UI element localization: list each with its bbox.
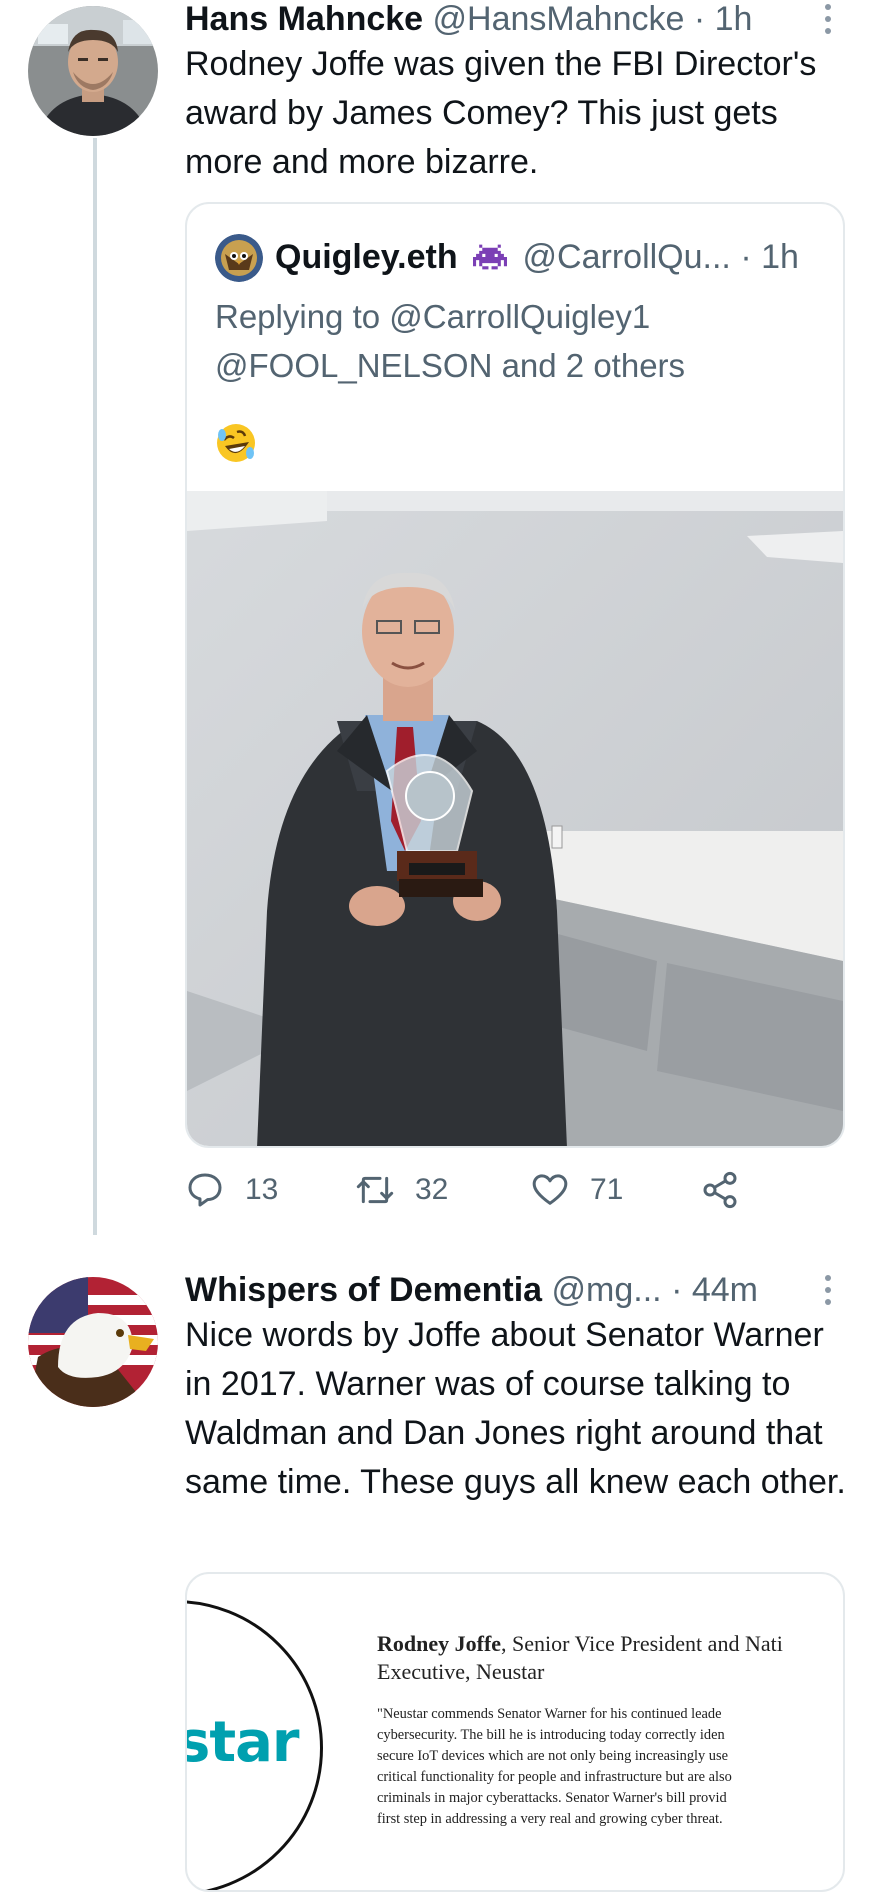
card-person-title: Rodney Joffe, Senior Vice President and … <box>377 1630 843 1686</box>
quote-time[interactable]: · 1h <box>740 238 799 276</box>
image-card-neustar[interactable]: star Rodney Joffe, Senior Vice President… <box>185 1572 845 1892</box>
header-separator: · <box>693 0 706 38</box>
replying-to: Replying to @CarrollQuigley1 @FOOL_NELSO… <box>215 292 685 390</box>
tweet-header: Whispers of Dementia @mg... · 44m <box>185 1273 758 1307</box>
avatar-whispers-of-dementia[interactable] <box>28 1277 158 1407</box>
owl-emblem-icon <box>215 234 263 282</box>
author-name[interactable]: Whispers of Dementia <box>185 1271 542 1309</box>
share-icon <box>703 1171 737 1209</box>
award-photo-image <box>187 491 843 1146</box>
heart-icon <box>532 1174 568 1205</box>
more-options-icon[interactable] <box>818 1275 838 1311</box>
reply-count: 13 <box>245 1173 279 1206</box>
like-button[interactable]: 71 <box>530 1170 623 1210</box>
avatar-eagle-flag <box>28 1277 158 1407</box>
card-quote-line: "Neustar commends Senator Warner for his… <box>377 1706 722 1722</box>
card-title-line1: , Senior Vice President and Nati <box>501 1631 783 1656</box>
tweet-text: Nice words by Joffe about Senator Warner… <box>185 1316 846 1501</box>
card-quote-text: "Neustar commends Senator Warner for his… <box>377 1704 843 1830</box>
avatar-photo-man <box>28 6 158 136</box>
card-quote-line: first step in addressing a very real and… <box>377 1811 723 1827</box>
quote-photo-award[interactable] <box>187 491 843 1146</box>
author-handle[interactable]: @mg... <box>552 1271 662 1309</box>
reply-icon <box>188 1173 222 1207</box>
reply-button[interactable]: 13 <box>185 1170 278 1210</box>
quoted-tweet-card[interactable]: Quigley.eth @CarrollQu... · 1h Replying … <box>185 202 845 1148</box>
card-title-line2: Executive, Neustar <box>377 1659 545 1684</box>
card-person-name: Rodney Joffe <box>377 1631 502 1656</box>
tweet-time[interactable]: · 44m <box>671 1271 758 1309</box>
avatar-hans-mahncke[interactable] <box>28 6 158 136</box>
retweet-icon <box>356 1176 394 1204</box>
share-button[interactable] <box>700 1170 740 1210</box>
thread-connector-line <box>93 138 97 1235</box>
card-quote-line: criminals in major cyberattacks. Senator… <box>377 1790 727 1806</box>
card-quote-line: cybersecurity. The bill he is introducin… <box>377 1727 725 1743</box>
quote-author-name[interactable]: Quigley.eth <box>275 238 458 276</box>
rolling-laughing-emoji-icon <box>215 422 257 464</box>
quote-author-handle[interactable]: @CarrollQu... <box>523 238 731 276</box>
retweet-button[interactable]: 32 <box>355 1170 448 1210</box>
author-handle[interactable]: @HansMahncke <box>433 0 685 38</box>
quote-avatar[interactable] <box>215 234 263 282</box>
tweet-header: Hans Mahncke @HansMahncke · 1h <box>185 2 752 36</box>
retweet-count: 32 <box>415 1173 449 1206</box>
quote-header: Quigley.eth @CarrollQu... · 1h <box>275 240 799 278</box>
tweet-time[interactable]: 1h <box>715 0 753 38</box>
replying-to-line2[interactable]: @FOOL_NELSON and 2 others <box>215 341 685 390</box>
space-invader-icon <box>473 242 508 278</box>
replying-to-line1[interactable]: Replying to @CarrollQuigley1 <box>215 292 685 341</box>
like-count: 71 <box>590 1173 624 1206</box>
author-name[interactable]: Hans Mahncke <box>185 0 423 38</box>
neustar-logo-text: star <box>185 1710 300 1775</box>
tweet-text: Rodney Joffe was given the FBI Director'… <box>185 45 817 181</box>
more-options-icon[interactable] <box>818 4 838 40</box>
card-quote-line: secure IoT devices which are not only be… <box>377 1748 728 1764</box>
card-quote-line: critical functionality for people and in… <box>377 1769 732 1785</box>
